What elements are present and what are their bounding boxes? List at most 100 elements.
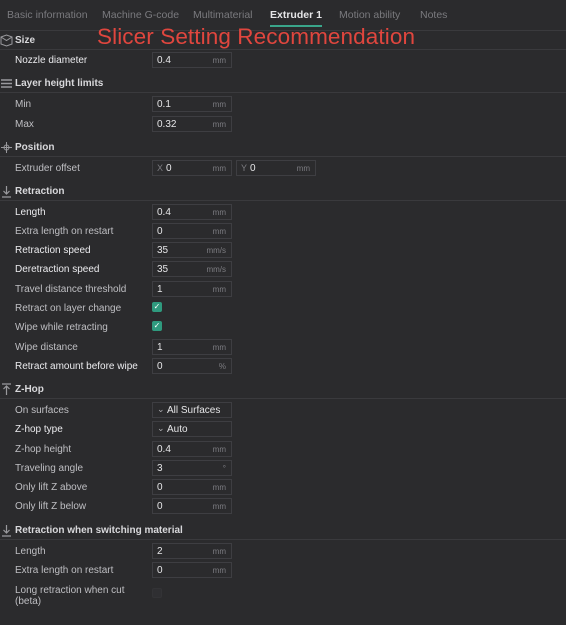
section-title: Size [15, 35, 36, 46]
position-icon [0, 141, 13, 154]
min-layer-height-input[interactable]: 0.1 mm [152, 96, 232, 112]
value: 0 [157, 482, 163, 493]
label: Only lift Z above [15, 482, 88, 493]
row-extra-length: Extra length on restart 0 mm [0, 223, 566, 242]
label: Length [15, 546, 46, 557]
nozzle-diameter-input[interactable]: 0.4 mm [152, 52, 232, 68]
section-switching-material: Retraction when switching material [0, 522, 566, 540]
extruder-offset-y-input[interactable]: Y 0 mm [236, 160, 316, 176]
row-max: Max 0.32 mm [0, 116, 566, 135]
unit: % [218, 362, 226, 371]
unit: mm/s [206, 246, 226, 255]
traveling-angle-input[interactable]: 3 ° [152, 460, 232, 476]
label-line-2: (beta) [15, 596, 42, 607]
wipe-retracting-checkbox[interactable]: ✓ [152, 321, 162, 331]
row-switch-length: Length 2 mm [0, 543, 566, 562]
retract-before-wipe-input[interactable]: 0 % [152, 358, 232, 374]
divider [0, 200, 566, 201]
value: 35 [157, 245, 169, 256]
label: Nozzle diameter [15, 55, 88, 66]
section-position: Position [0, 139, 566, 157]
tab-multimaterial[interactable]: Multimaterial [193, 9, 253, 21]
label: Min [15, 99, 32, 110]
section-layer-height: Layer height limits [0, 75, 566, 93]
divider [0, 156, 566, 157]
retract-layer-change-checkbox[interactable]: ✓ [152, 302, 162, 312]
label: Extra length on restart [15, 226, 114, 237]
value: 0.4 [157, 444, 171, 455]
value: 1 [157, 342, 163, 353]
deretraction-speed-input[interactable]: 35 mm/s [152, 261, 232, 277]
value: 0.1 [157, 99, 171, 110]
chevron-down-icon: ⌄ [157, 404, 165, 414]
retraction-speed-input[interactable]: 35 mm/s [152, 242, 232, 258]
label: Extra length on restart [15, 565, 114, 576]
on-surfaces-dropdown[interactable]: ⌄ All Surfaces [152, 402, 232, 418]
value: 0.4 [157, 207, 171, 218]
max-layer-height-input[interactable]: 0.32 mm [152, 116, 232, 132]
wipe-distance-input[interactable]: 1 mm [152, 339, 232, 355]
unit: mm [212, 547, 226, 556]
lift-above-input[interactable]: 0 mm [152, 479, 232, 495]
zhop-height-input[interactable]: 0.4 mm [152, 441, 232, 457]
section-title: Z-Hop [15, 384, 44, 395]
retraction-length-input[interactable]: 0.4 mm [152, 204, 232, 220]
tab-notes[interactable]: Notes [420, 9, 447, 21]
label: On surfaces [15, 405, 69, 416]
row-switch-extra-length: Extra length on restart 0 mm [0, 562, 566, 581]
row-wipe-distance: Wipe distance 1 mm [0, 339, 566, 358]
label: Travel distance threshold [15, 284, 127, 295]
extruder-offset-x-input[interactable]: X 0 mm [152, 160, 232, 176]
section-retraction: Retraction [0, 183, 566, 201]
tab-motion-ability[interactable]: Motion ability [339, 9, 400, 21]
value: 0 [166, 163, 172, 174]
value: 0 [157, 361, 163, 372]
unit: mm [212, 227, 226, 236]
row-wipe-retracting: Wipe while retracting ✓ [0, 319, 566, 338]
unit: mm [212, 56, 226, 65]
tab-machine-gcode[interactable]: Machine G-code [102, 9, 179, 21]
divider [0, 398, 566, 399]
tab-basic-information[interactable]: Basic information [7, 9, 88, 21]
section-title: Retraction when switching material [15, 525, 183, 536]
row-length: Length 0.4 mm [0, 204, 566, 223]
value: All Surfaces [167, 405, 221, 416]
row-deretraction-speed: Deretraction speed 35 mm/s [0, 261, 566, 280]
row-retract-layer-change: Retract on layer change ✓ [0, 300, 566, 319]
unit: mm [212, 120, 226, 129]
label: Wipe while retracting [15, 322, 108, 333]
row-travel-threshold: Travel distance threshold 1 mm [0, 281, 566, 300]
value: 0.32 [157, 119, 177, 130]
value: 2 [157, 546, 163, 557]
tab-extruder-1[interactable]: Extruder 1 [270, 9, 322, 27]
switch-material-icon [0, 524, 13, 537]
unit: mm [212, 445, 226, 454]
row-retract-before-wipe: Retract amount before wipe 0 % [0, 358, 566, 377]
row-extruder-offset: Extruder offset X 0 mm Y 0 mm [0, 160, 566, 179]
travel-threshold-input[interactable]: 1 mm [152, 281, 232, 297]
value: 3 [157, 463, 163, 474]
switch-extra-length-input[interactable]: 0 mm [152, 562, 232, 578]
label: Only lift Z below [15, 501, 87, 512]
retraction-icon [0, 185, 13, 198]
row-zhop-height: Z-hop height 0.4 mm [0, 441, 566, 460]
unit: mm [212, 343, 226, 352]
size-icon [0, 34, 13, 47]
unit: mm [296, 164, 310, 173]
row-lift-below: Only lift Z below 0 mm [0, 498, 566, 517]
unit: mm [212, 164, 226, 173]
row-zhop-type: Z-hop type ⌄ Auto [0, 421, 566, 440]
lift-below-input[interactable]: 0 mm [152, 498, 232, 514]
extra-length-input[interactable]: 0 mm [152, 223, 232, 239]
value: 0 [157, 501, 163, 512]
section-size: Size [0, 32, 566, 50]
row-min: Min 0.1 mm [0, 96, 566, 115]
zhop-type-dropdown[interactable]: ⌄ Auto [152, 421, 232, 437]
long-retraction-checkbox[interactable] [152, 588, 162, 598]
value: 0 [250, 163, 256, 174]
switch-length-input[interactable]: 2 mm [152, 543, 232, 559]
unit: mm [212, 483, 226, 492]
divider [0, 49, 566, 50]
label-line-1: Long retraction when cut [15, 585, 125, 596]
chevron-down-icon: ⌄ [157, 423, 165, 433]
